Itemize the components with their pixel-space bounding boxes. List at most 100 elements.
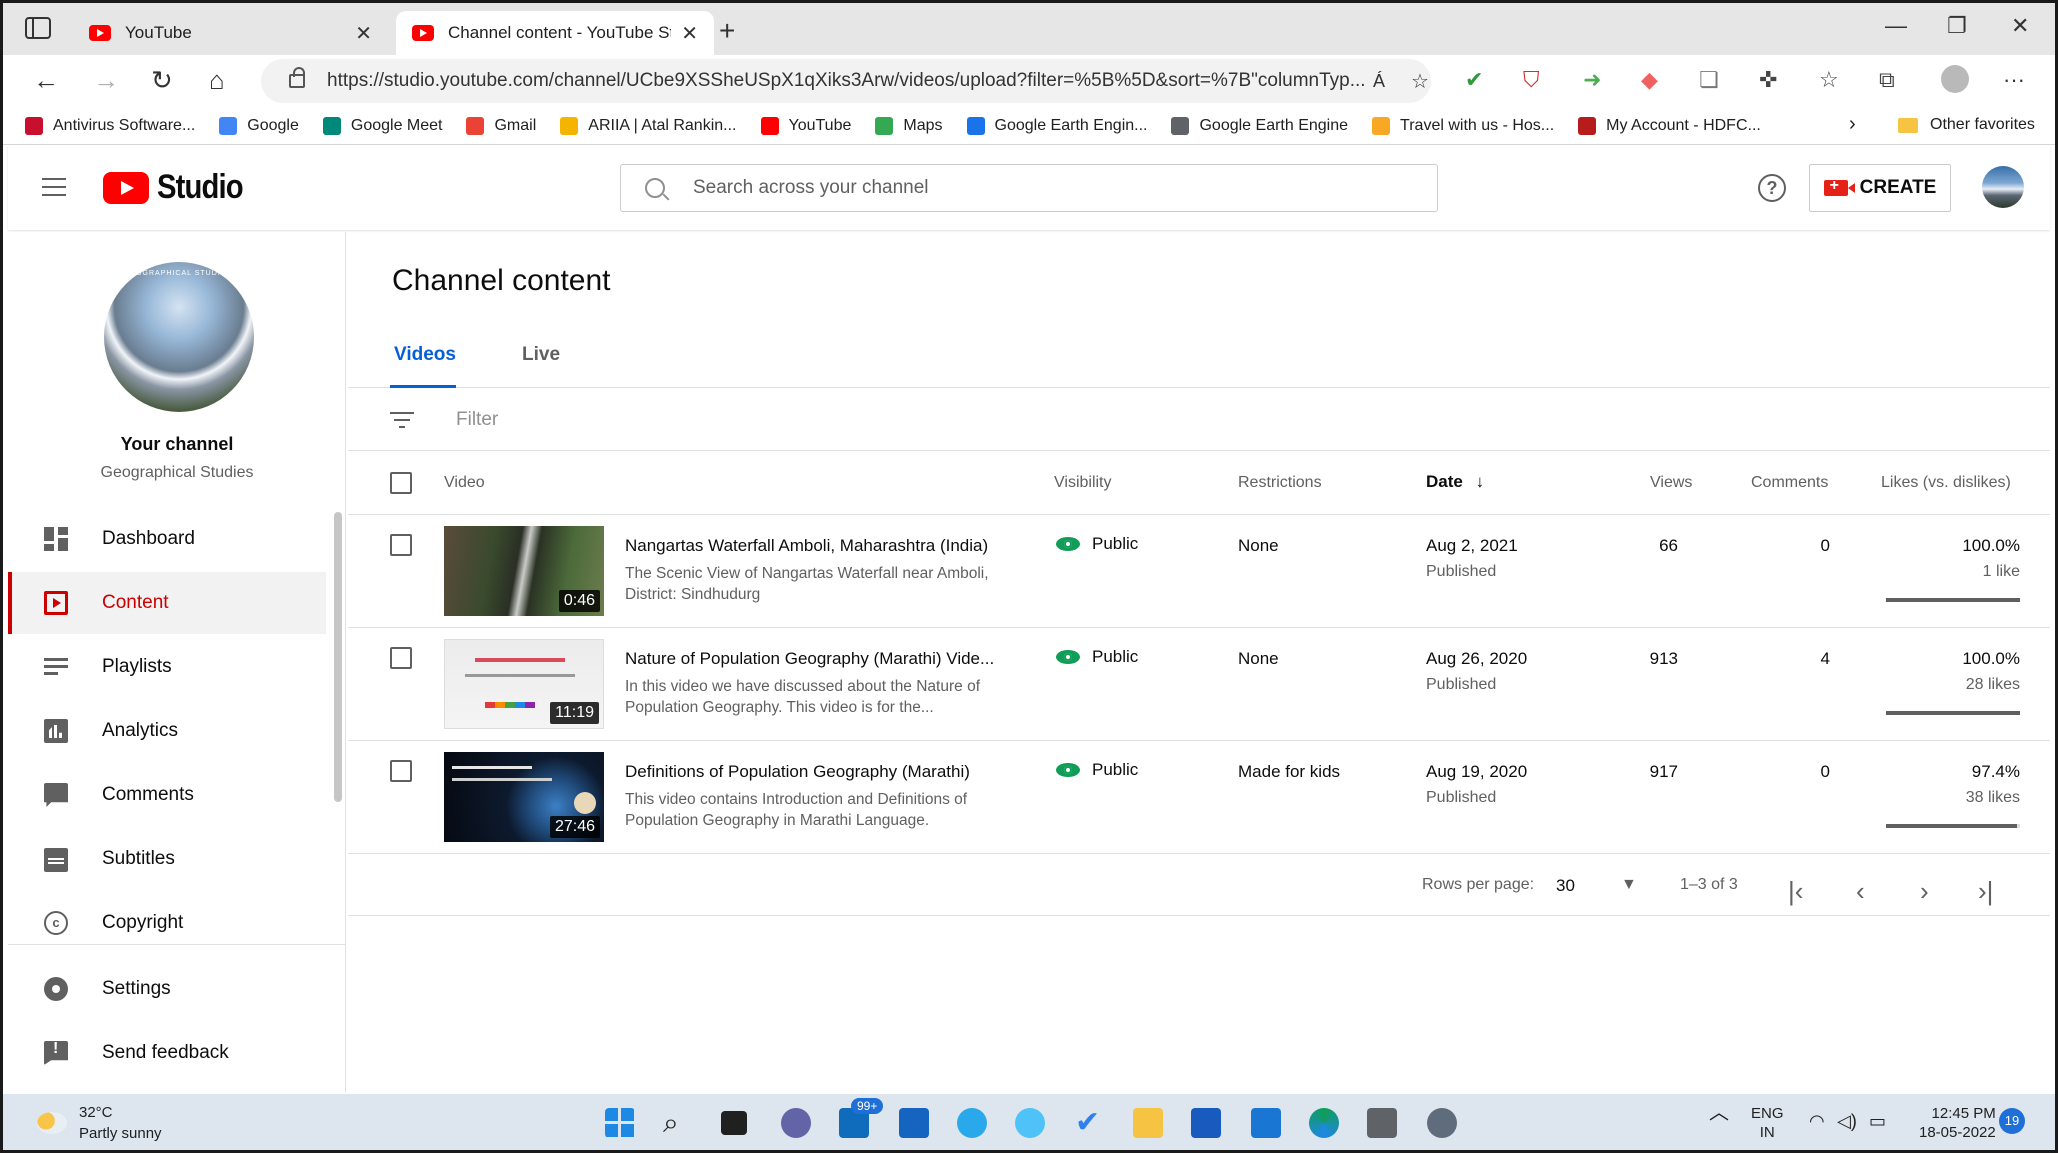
column-restrictions[interactable]: Restrictions: [1238, 474, 1322, 492]
favorite-item[interactable]: Travel with us - Hos...: [1372, 116, 1554, 135]
favorite-item[interactable]: Google Meet: [322, 116, 442, 135]
browser-tab-youtube[interactable]: YouTube ✕: [73, 11, 388, 55]
search-taskbar-icon[interactable]: ⌕: [663, 1108, 693, 1138]
sidebar-item-content[interactable]: Content: [8, 572, 326, 634]
row-checkbox[interactable]: [390, 534, 412, 556]
url-field[interactable]: https://studio.youtube.com/channel/UCbe9…: [261, 59, 1431, 103]
create-button[interactable]: CREATE: [1809, 164, 1951, 212]
minimize-icon[interactable]: —: [1885, 13, 1907, 39]
video-title[interactable]: Definitions of Population Geography (Mar…: [625, 762, 970, 782]
tab-videos[interactable]: Videos: [394, 344, 456, 366]
video-thumbnail[interactable]: 11:19: [444, 639, 604, 729]
more-options-icon[interactable]: ···: [2003, 67, 2025, 93]
sidebar-scrollbar[interactable]: [334, 512, 342, 802]
last-page-icon[interactable]: ›|: [1978, 876, 1993, 907]
sidebar-item-playlists[interactable]: Playlists: [8, 636, 326, 698]
todo-icon[interactable]: ✔: [1075, 1108, 1105, 1138]
table-row[interactable]: 27:46 Definitions of Population Geograph…: [348, 742, 2050, 854]
sidebar-item-dashboard[interactable]: Dashboard: [8, 508, 326, 570]
search-input[interactable]: Search across your channel: [620, 164, 1438, 212]
sidebar-item-comments[interactable]: Comments: [8, 764, 326, 826]
video-title[interactable]: Nature of Population Geography (Marathi)…: [625, 649, 994, 669]
channel-avatar[interactable]: [104, 262, 254, 412]
favorite-item[interactable]: Gmail: [466, 116, 536, 135]
add-favorite-icon[interactable]: ☆: [1411, 69, 1429, 94]
favorite-item[interactable]: My Account - HDFC...: [1578, 116, 1761, 135]
sidebar-item-send-feedback[interactable]: Send feedback: [8, 1022, 326, 1084]
back-icon[interactable]: ←: [33, 65, 59, 96]
visibility-cell[interactable]: Public: [1056, 647, 1138, 667]
extension-red-icon[interactable]: ◆: [1641, 67, 1658, 93]
favorites-icon[interactable]: ☆: [1819, 67, 1839, 93]
sidebar-item-analytics[interactable]: Analytics: [8, 700, 326, 762]
extension-shield-icon[interactable]: ⛉: [1523, 67, 1540, 93]
extension-grey-icon[interactable]: ❏: [1699, 67, 1719, 93]
favorite-item[interactable]: Google: [219, 116, 299, 135]
column-views[interactable]: Views: [1650, 474, 1692, 492]
clock[interactable]: 12:45 PM 18-05-2022: [1919, 1104, 1996, 1142]
favorite-item[interactable]: Google Earth Engine: [1171, 116, 1348, 135]
visibility-cell[interactable]: Public: [1056, 534, 1138, 554]
filter-bar[interactable]: Filter: [348, 389, 2050, 451]
profile-icon[interactable]: [1941, 65, 1969, 93]
weather-widget[interactable]: 32°C Partly sunny: [37, 1104, 162, 1142]
sidebar-item-subtitles[interactable]: Subtitles: [8, 828, 326, 890]
language-indicator[interactable]: ENG IN: [1751, 1104, 1784, 1142]
table-row[interactable]: 0:46 Nangartas Waterfall Amboli, Maharas…: [348, 516, 2050, 628]
restore-icon[interactable]: ❐: [1947, 13, 1967, 39]
tab-live[interactable]: Live: [522, 344, 560, 366]
video-title[interactable]: Nangartas Waterfall Amboli, Maharashtra …: [625, 536, 988, 556]
row-checkbox[interactable]: [390, 760, 412, 782]
column-likes[interactable]: Likes (vs. dislikes): [1881, 474, 2011, 492]
start-icon[interactable]: [605, 1108, 635, 1138]
row-checkbox[interactable]: [390, 647, 412, 669]
favorite-item[interactable]: Google Earth Engin...: [966, 116, 1147, 135]
refresh-icon[interactable]: ↻: [151, 65, 173, 96]
close-window-icon[interactable]: ✕: [2011, 13, 2029, 39]
favorite-item[interactable]: ARIIA | Atal Rankin...: [560, 116, 737, 135]
url-text[interactable]: https://studio.youtube.com/channel/UCbe9…: [327, 70, 1367, 92]
browser-tab-studio[interactable]: Channel content - YouTube Studio ✕: [396, 11, 714, 55]
task-view-icon[interactable]: [721, 1111, 747, 1135]
first-page-icon[interactable]: |‹: [1788, 876, 1803, 907]
lock-icon[interactable]: [289, 67, 305, 88]
visibility-cell[interactable]: Public: [1056, 760, 1138, 780]
extension-arrow-icon[interactable]: ➜: [1583, 67, 1601, 93]
column-date[interactable]: Date ↓: [1426, 472, 1484, 492]
select-all-checkbox[interactable]: [390, 472, 412, 494]
filter-icon[interactable]: [390, 411, 414, 428]
edge-icon[interactable]: [1309, 1108, 1339, 1138]
sidebar-item-settings[interactable]: Settings: [8, 958, 326, 1020]
collections-icon[interactable]: ⧉: [1879, 67, 1895, 93]
close-tab-icon[interactable]: ✕: [681, 21, 698, 46]
menu-icon[interactable]: [42, 178, 66, 196]
volume-icon[interactable]: ◁): [1837, 1112, 1857, 1131]
forward-icon[interactable]: →: [93, 65, 119, 96]
studio-logo[interactable]: Studio: [103, 168, 257, 207]
favorite-item[interactable]: Maps: [875, 116, 943, 135]
home-icon[interactable]: ⌂: [209, 65, 225, 96]
column-comments[interactable]: Comments: [1751, 474, 1828, 492]
calendar-icon[interactable]: [1251, 1108, 1281, 1138]
filter-input[interactable]: Filter: [456, 409, 498, 431]
account-avatar[interactable]: [1982, 166, 2024, 208]
word-icon[interactable]: [1191, 1108, 1221, 1138]
video-thumbnail[interactable]: 0:46: [444, 526, 604, 616]
favorite-item[interactable]: YouTube: [760, 116, 851, 135]
telegram-icon[interactable]: [957, 1108, 987, 1138]
file-explorer-icon[interactable]: [1133, 1108, 1163, 1138]
favorite-item[interactable]: Antivirus Software...: [25, 116, 195, 135]
new-tab-icon[interactable]: +: [719, 15, 735, 47]
show-hidden-icons[interactable]: ︿: [1709, 1103, 1729, 1123]
tab-actions-icon[interactable]: [25, 17, 51, 39]
battery-icon[interactable]: ▭: [1869, 1112, 1886, 1131]
dropdown-arrow-icon[interactable]: ▼: [1621, 876, 1637, 894]
rows-per-page-select[interactable]: 30: [1556, 876, 1575, 896]
extensions-puzzle-icon[interactable]: ✜: [1759, 67, 1777, 93]
previous-page-icon[interactable]: ‹: [1856, 876, 1865, 907]
maps-app-icon[interactable]: [1015, 1108, 1045, 1138]
teams-chat-icon[interactable]: [781, 1108, 811, 1138]
favorites-overflow-icon[interactable]: ›: [1849, 113, 1856, 136]
settings-taskbar-icon[interactable]: [1427, 1108, 1457, 1138]
video-thumbnail[interactable]: 27:46: [444, 752, 604, 842]
